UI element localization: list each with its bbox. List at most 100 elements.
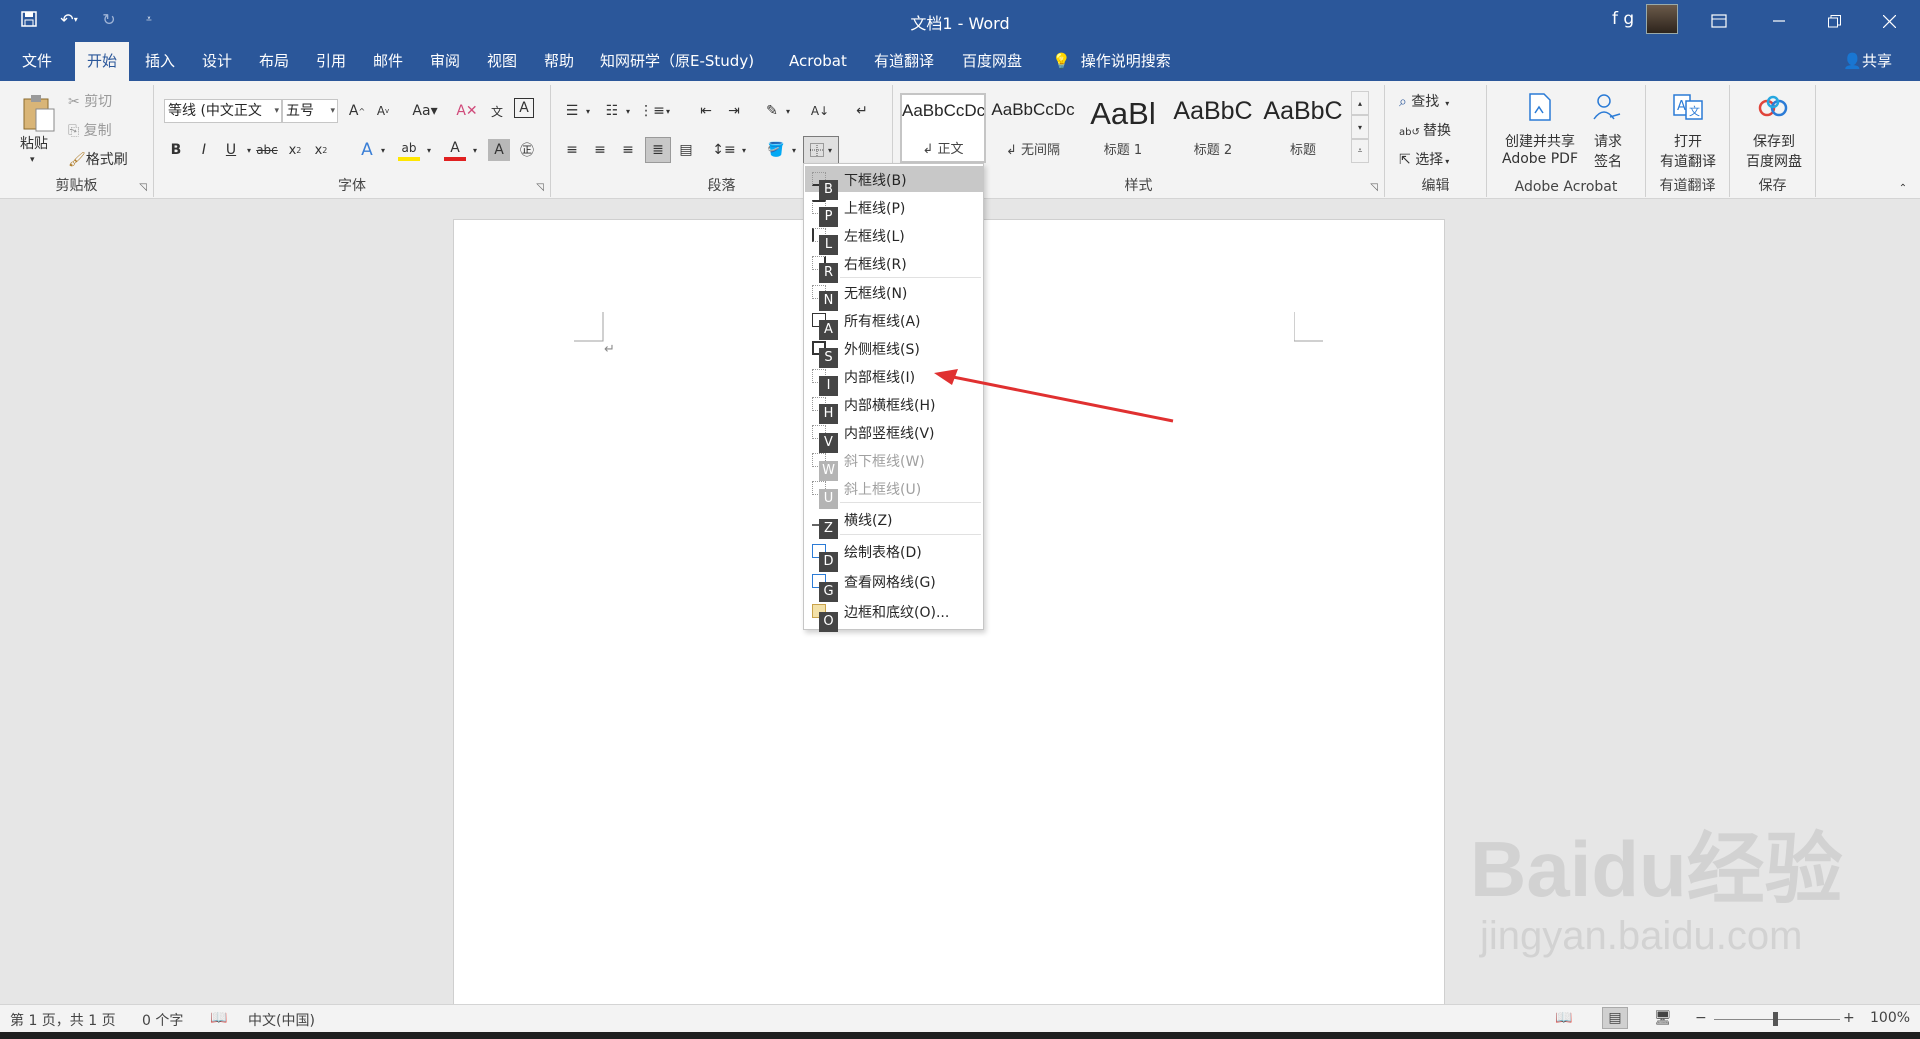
tab-youdao[interactable]: 有道翻译 (862, 42, 946, 81)
undo-icon[interactable]: ↶ ▾ (58, 8, 80, 30)
zoom-in-icon[interactable]: + (1843, 1010, 1855, 1026)
tab-review[interactable]: 审阅 (418, 42, 472, 81)
highlight-icon[interactable]: ab (398, 139, 420, 161)
style-no-spacing[interactable]: AaBbCcDc ↲ 无间隔 (990, 93, 1076, 163)
style-heading-1[interactable]: AaBl 标题 1 (1080, 93, 1166, 163)
justify-icon[interactable]: ≣ (645, 137, 671, 163)
bold-icon[interactable]: B (165, 139, 187, 161)
subscript-icon[interactable]: x2 (284, 139, 306, 161)
bullets-dropdown-icon[interactable]: ▾ (577, 100, 599, 122)
tab-help[interactable]: 帮助 (532, 42, 586, 81)
align-left-icon[interactable]: ≡ (561, 139, 583, 161)
borders-dropdown-icon[interactable]: ▾ (828, 146, 832, 155)
request-signature-button[interactable]: 请求 签名 (1587, 131, 1629, 171)
tab-layout[interactable]: 布局 (247, 42, 301, 81)
styles-launcher-icon[interactable]: ◹ (1370, 182, 1378, 193)
font-color-dropdown-icon[interactable]: ▾ (464, 139, 486, 161)
phonetic-guide-icon[interactable]: 文 (486, 100, 508, 122)
line-spacing-icon[interactable]: ↕≡ (712, 139, 735, 161)
paste-icon[interactable] (20, 93, 56, 137)
word-count[interactable]: 0 个字 (142, 1010, 183, 1030)
replace-button[interactable]: ab↺ 替换 (1399, 120, 1451, 140)
character-shading-icon[interactable]: A (488, 139, 510, 161)
avatar[interactable] (1646, 4, 1678, 34)
tell-me-search[interactable]: 💡 操作说明搜索 (1040, 42, 1183, 81)
ribbon-display-options-icon[interactable] (1692, 0, 1746, 42)
strikethrough-icon[interactable]: abc (254, 139, 280, 161)
share-button[interactable]: 👤共享 (1843, 42, 1892, 81)
multilevel-dropdown-icon[interactable]: ▾ (657, 100, 679, 122)
styles-scroll-down-icon[interactable]: ▾ (1351, 115, 1369, 139)
clear-formatting-icon[interactable]: A✕ (456, 100, 478, 122)
tab-baidu-netdisk[interactable]: 百度网盘 (950, 42, 1034, 81)
zoom-level[interactable]: 100% (1870, 1010, 1910, 1026)
tab-references[interactable]: 引用 (304, 42, 358, 81)
close-icon[interactable] (1862, 0, 1916, 42)
distributed-icon[interactable]: ▤ (675, 139, 697, 161)
increase-indent-icon[interactable]: ⇥ (723, 100, 745, 122)
clipboard-launcher-icon[interactable]: ◹ (139, 182, 147, 193)
format-painter-button[interactable]: 🖌格式刷 (68, 149, 128, 169)
tab-insert[interactable]: 插入 (133, 42, 187, 81)
collapse-ribbon-icon[interactable]: ⌃ (1892, 177, 1914, 199)
proofing-icon[interactable]: 📖 (210, 1010, 227, 1026)
select-button[interactable]: ⇱ 选择 ▾ (1399, 149, 1449, 169)
tab-e-study[interactable]: 知网研学（原E-Study) (588, 42, 766, 81)
tab-view[interactable]: 视图 (475, 42, 529, 81)
highlight-dropdown-icon[interactable]: ▾ (418, 139, 440, 161)
line-spacing-dropdown-icon[interactable]: ▾ (733, 139, 755, 161)
page-count[interactable]: 第 1 页，共 1 页 (10, 1010, 116, 1030)
tab-file[interactable]: 文件 (10, 42, 64, 81)
find-button[interactable]: ⌕ 查找 ▾ (1399, 91, 1449, 111)
align-right-icon[interactable]: ≡ (617, 139, 639, 161)
superscript-icon[interactable]: x2 (310, 139, 332, 161)
font-name-combo[interactable]: 等线 (中文正文 ▾ (164, 99, 282, 123)
open-youdao-button[interactable]: 打开 有道翻译 (1654, 131, 1722, 171)
tab-mailings[interactable]: 邮件 (361, 42, 415, 81)
create-share-pdf-button[interactable]: 创建并共享 Adobe PDF (1499, 131, 1581, 167)
align-center-icon[interactable]: ≡ (589, 139, 611, 161)
customize-qat-icon[interactable]: ⩡ (138, 8, 160, 30)
tab-design[interactable]: 设计 (190, 42, 244, 81)
decrease-indent-icon[interactable]: ⇤ (695, 100, 717, 122)
font-size-combo[interactable]: 五号 ▾ (282, 99, 338, 123)
save-icon[interactable] (18, 8, 40, 30)
character-border-icon[interactable]: A (514, 98, 534, 118)
tab-home[interactable]: 开始 (75, 42, 130, 81)
language-indicator[interactable]: 中文(中国) (248, 1010, 315, 1030)
italic-icon[interactable]: I (193, 139, 215, 161)
cut-button[interactable]: ✂ 剪切 (68, 91, 112, 111)
style-normal[interactable]: AaBbCcDc ↲ 正文 (900, 93, 986, 163)
copy-button[interactable]: ⎘ 复制 (68, 120, 112, 140)
minimize-icon[interactable] (1752, 0, 1806, 42)
shrink-font-icon[interactable]: Av (372, 100, 394, 122)
sort-icon[interactable]: A↓ (809, 100, 831, 122)
enclose-characters-icon[interactable]: ㊣ (516, 139, 538, 161)
numbering-dropdown-icon[interactable]: ▾ (617, 100, 639, 122)
styles-scroll-up-icon[interactable]: ▴ (1351, 91, 1369, 115)
grow-font-icon[interactable]: A ^ (346, 100, 368, 122)
style-title[interactable]: AaBbC 标题 (1260, 93, 1346, 163)
font-color-icon[interactable]: A (444, 139, 466, 161)
styles-more-icon[interactable]: ⩡ (1351, 139, 1369, 163)
shading-dropdown-icon[interactable]: ▾ (783, 139, 805, 161)
show-marks-icon[interactable]: ↵ (851, 100, 873, 122)
restore-icon[interactable] (1807, 0, 1861, 42)
paste-button[interactable]: 粘贴 (20, 133, 48, 153)
borders-button[interactable]: ▾ (803, 136, 839, 164)
redo-icon[interactable]: ↻ (98, 8, 120, 30)
change-case-icon[interactable]: Aa▾ (409, 100, 441, 122)
user-name[interactable]: f g (1612, 9, 1634, 29)
chinese-layout-dropdown-icon[interactable]: ▾ (777, 100, 799, 122)
save-to-baidu-button[interactable]: 保存到 百度网盘 (1740, 131, 1808, 171)
text-effects-dropdown-icon[interactable]: ▾ (372, 139, 394, 161)
paste-dropdown-icon[interactable]: ▾ (30, 155, 35, 165)
font-launcher-icon[interactable]: ◹ (536, 182, 544, 193)
web-layout-icon[interactable]: 🖥 (1654, 1010, 1672, 1026)
tab-acrobat[interactable]: Acrobat (777, 42, 859, 81)
print-layout-icon[interactable]: ▤ (1602, 1007, 1628, 1029)
zoom-out-icon[interactable]: − (1695, 1010, 1707, 1026)
read-mode-icon[interactable]: 📖 (1555, 1010, 1572, 1026)
zoom-slider-thumb[interactable] (1773, 1012, 1778, 1026)
style-heading-2[interactable]: AaBbC 标题 2 (1170, 93, 1256, 163)
